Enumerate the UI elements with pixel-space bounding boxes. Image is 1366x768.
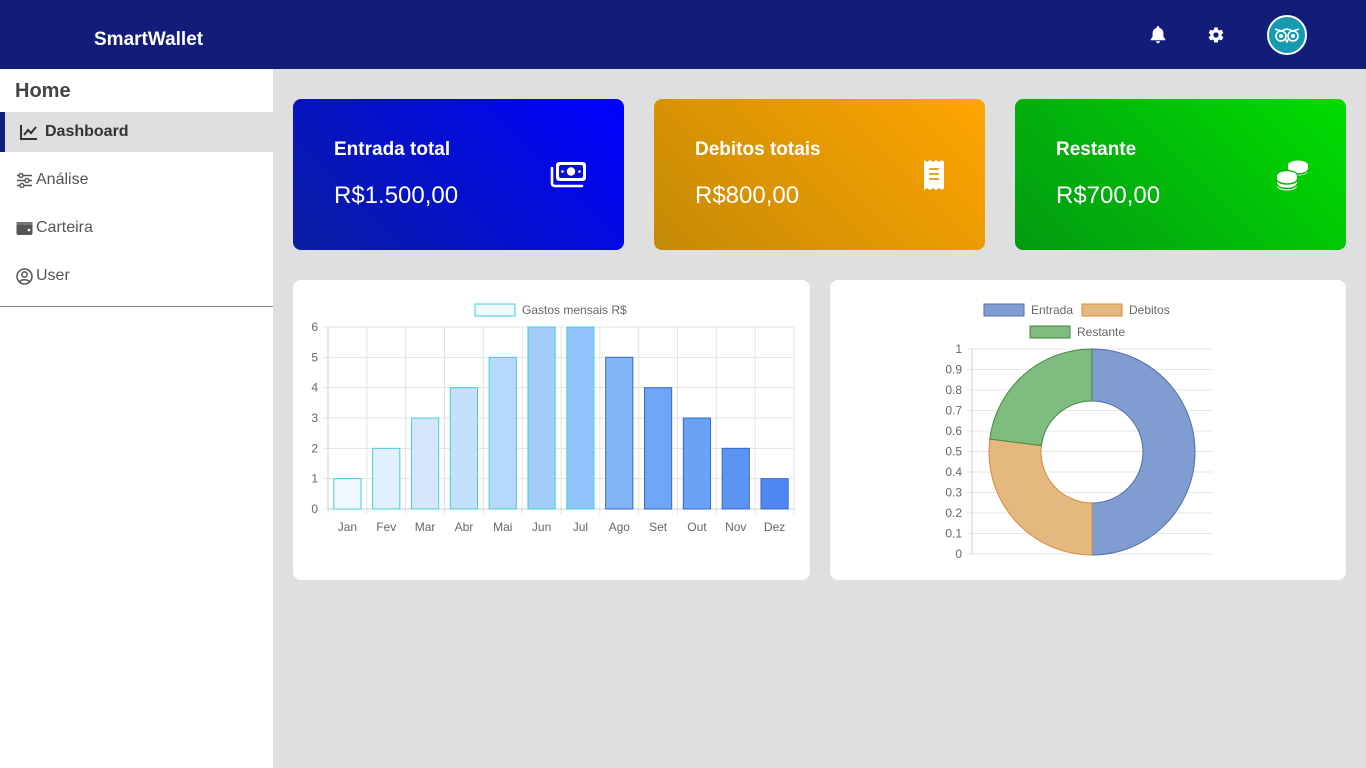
money-bill-icon bbox=[548, 157, 588, 193]
sidebar-item-user[interactable]: User bbox=[0, 256, 273, 296]
legend-swatch bbox=[1081, 303, 1123, 317]
legend-swatch bbox=[1029, 325, 1071, 339]
bell-icon[interactable] bbox=[1147, 24, 1169, 46]
chart-line-icon bbox=[19, 122, 39, 142]
x-tick-label: Nov bbox=[725, 520, 746, 534]
bar bbox=[449, 387, 479, 510]
y-tick-label: 0.8 bbox=[945, 383, 962, 397]
x-tick-label: Abr bbox=[455, 520, 474, 534]
sidebar-divider bbox=[0, 306, 273, 307]
monthly-spending-chart-panel: 0 1 2 3 4 5 6 Jan Fev Mar Abr Mai Jun Jul Ago Set Out Nov… bbox=[293, 280, 810, 580]
y-tick-label: 6 bbox=[311, 320, 318, 334]
sidebar-title: Home bbox=[15, 80, 71, 102]
y-tick-label: 0 bbox=[311, 502, 318, 516]
sidebar-item-carteira[interactable]: Carteira bbox=[0, 208, 273, 248]
doughnut-slice bbox=[988, 438, 1093, 556]
y-tick-label: 1 bbox=[311, 472, 318, 486]
bar bbox=[333, 478, 362, 510]
x-tick-label: Jun bbox=[532, 520, 551, 534]
legend-label: Gastos mensais R$ bbox=[522, 303, 627, 317]
bar bbox=[682, 417, 712, 510]
x-tick-label: Mai bbox=[493, 520, 512, 534]
y-tick-label: 0.2 bbox=[945, 506, 962, 520]
y-tick-label: 0.9 bbox=[945, 363, 962, 377]
y-tick-label: 0.7 bbox=[945, 404, 962, 418]
card-value: R$700,00 bbox=[1056, 182, 1161, 209]
user-circle-icon bbox=[14, 266, 34, 286]
card-title: Entrada total bbox=[334, 139, 451, 160]
gear-icon[interactable] bbox=[1205, 24, 1227, 46]
brand-title[interactable]: SmartWallet bbox=[94, 29, 203, 51]
legend-label: Restante bbox=[1077, 325, 1125, 339]
card-value: R$800,00 bbox=[695, 182, 800, 209]
bar bbox=[566, 326, 595, 510]
bar bbox=[721, 447, 750, 510]
top-bar: SmartWallet bbox=[0, 0, 1366, 69]
bar bbox=[410, 417, 440, 510]
legend-label: Debitos bbox=[1129, 303, 1170, 317]
y-tick-label: 0.5 bbox=[945, 445, 962, 459]
legend-swatch bbox=[983, 303, 1025, 317]
card-value: R$1.500,00 bbox=[334, 182, 459, 209]
bar bbox=[760, 478, 789, 510]
y-tick-label: 0 bbox=[955, 547, 962, 561]
card-title: Restante bbox=[1056, 139, 1137, 160]
card-entrada-total: Entrada total R$1.500,00 bbox=[293, 99, 624, 250]
sidebar: Home Dashboard Análise Carteira User bbox=[0, 69, 273, 768]
sidebar-item-label: Carteira bbox=[36, 219, 93, 236]
x-tick-label: Jan bbox=[338, 520, 357, 534]
sidebar-item-analise[interactable]: Análise bbox=[0, 160, 273, 200]
x-tick-label: Jul bbox=[573, 520, 588, 534]
x-tick-label: Ago bbox=[609, 520, 631, 534]
x-tick-label: Mar bbox=[415, 520, 436, 534]
doughnut-chart: 0 0.1 0.2 0.3 0.4 0.5 0.6 0.7 0.8 0.9 1 Entrada Debi… bbox=[945, 303, 1212, 561]
y-tick-label: 0.3 bbox=[945, 486, 962, 500]
card-title: Debitos totais bbox=[695, 139, 821, 160]
y-tick-label: 0.1 bbox=[945, 527, 962, 541]
x-tick-label: Out bbox=[687, 520, 707, 534]
y-tick-label: 3 bbox=[311, 411, 318, 425]
y-tick-label: 1 bbox=[955, 342, 962, 356]
sidebar-item-label: Análise bbox=[36, 171, 89, 188]
y-tick-label: 2 bbox=[311, 441, 318, 455]
bar bbox=[488, 356, 517, 510]
x-tick-label: Fev bbox=[376, 520, 396, 534]
owl-avatar-icon[interactable] bbox=[1267, 15, 1307, 55]
legend-swatch bbox=[474, 303, 516, 317]
x-tick-label: Dez bbox=[764, 520, 785, 534]
x-tick-label: Set bbox=[649, 520, 668, 534]
sidebar-item-label: User bbox=[36, 267, 70, 284]
bar bbox=[372, 447, 401, 510]
y-tick-label: 0.6 bbox=[945, 424, 962, 438]
bar bbox=[605, 356, 634, 510]
card-debitos-totais: Debitos totais R$800,00 bbox=[654, 99, 985, 250]
bar-chart: 0 1 2 3 4 5 6 Jan Fev Mar Abr Mai Jun Jul Ago Set Out Nov… bbox=[311, 303, 795, 534]
balance-doughnut-chart-panel: 0 0.1 0.2 0.3 0.4 0.5 0.6 0.7 0.8 0.9 1 Entrada Debi… bbox=[830, 280, 1346, 580]
wallet-icon bbox=[14, 218, 34, 238]
sliders-icon bbox=[14, 170, 34, 190]
receipt-icon bbox=[914, 157, 954, 193]
y-tick-label: 0.4 bbox=[945, 465, 962, 479]
bar bbox=[527, 326, 556, 510]
sidebar-item-label: Dashboard bbox=[45, 123, 129, 140]
y-tick-label: 4 bbox=[311, 381, 318, 395]
coins-icon bbox=[1273, 157, 1313, 193]
y-tick-label: 5 bbox=[311, 350, 318, 364]
card-restante: Restante R$700,00 bbox=[1015, 99, 1346, 250]
sidebar-item-dashboard[interactable]: Dashboard bbox=[0, 112, 273, 152]
bar bbox=[643, 387, 673, 510]
legend-label: Entrada bbox=[1031, 303, 1073, 317]
